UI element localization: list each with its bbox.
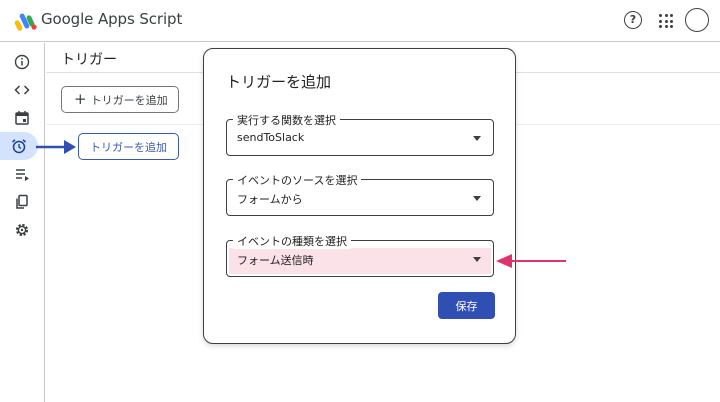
help-icon[interactable]: ? xyxy=(624,11,642,29)
chevron-down-icon xyxy=(473,257,481,262)
add-trigger-dialog: トリガーを追加 実行する関数を選択 sendToSlack イベントのソースを選… xyxy=(203,48,516,344)
copy-icon xyxy=(16,194,28,209)
sidebar xyxy=(0,43,45,402)
function-select[interactable]: 実行する関数を選択 sendToSlack xyxy=(226,112,494,156)
event-type-select-value: フォーム送信時 xyxy=(237,254,314,267)
event-source-select[interactable]: イベントのソースを選択 フォームから xyxy=(226,172,494,216)
chevron-down-icon xyxy=(473,136,481,141)
app-title: Google Apps Script xyxy=(41,10,183,28)
chevron-down-icon xyxy=(473,196,481,201)
function-select-label: 実行する関数を選択 xyxy=(233,112,340,128)
info-icon xyxy=(14,54,30,70)
function-select-value: sendToSlack xyxy=(237,131,305,144)
sidebar-item-executions[interactable] xyxy=(11,107,33,129)
calendar-icon xyxy=(15,111,29,125)
add-trigger-callout[interactable]: トリガーを追加 xyxy=(78,133,179,160)
sidebar-item-copy[interactable] xyxy=(11,191,33,213)
alarm-clock-icon xyxy=(12,139,26,154)
apps-grid-icon[interactable] xyxy=(659,14,673,28)
apps-script-logo[interactable] xyxy=(14,9,38,33)
pink-arrow-annotation xyxy=(496,254,566,268)
blue-arrow-annotation xyxy=(36,140,76,154)
sidebar-item-overview[interactable] xyxy=(11,51,33,73)
add-trigger-button[interactable]: + トリガーを追加 xyxy=(61,86,179,113)
top-bar: Google Apps Script ? xyxy=(0,0,720,42)
account-avatar[interactable] xyxy=(685,8,709,32)
event-type-select-label: イベントの種類を選択 xyxy=(233,233,351,249)
event-type-select[interactable]: イベントの種類を選択 フォーム送信時 xyxy=(226,233,494,277)
save-button[interactable]: 保存 xyxy=(438,292,495,319)
playlist-icon xyxy=(16,169,29,181)
add-trigger-label: トリガーを追加 xyxy=(90,93,168,107)
event-source-select-label: イベントのソースを選択 xyxy=(233,172,362,188)
gear-icon xyxy=(15,223,29,237)
sidebar-item-settings[interactable] xyxy=(11,219,33,241)
dialog-title: トリガーを追加 xyxy=(226,73,332,91)
page-title: トリガー xyxy=(61,52,117,68)
sidebar-item-triggers[interactable] xyxy=(0,132,38,160)
code-icon xyxy=(14,85,30,95)
plus-icon: + xyxy=(74,90,87,108)
event-source-select-value: フォームから xyxy=(237,193,303,206)
sidebar-item-editor[interactable] xyxy=(11,79,33,101)
sidebar-item-playlist[interactable] xyxy=(11,163,33,185)
